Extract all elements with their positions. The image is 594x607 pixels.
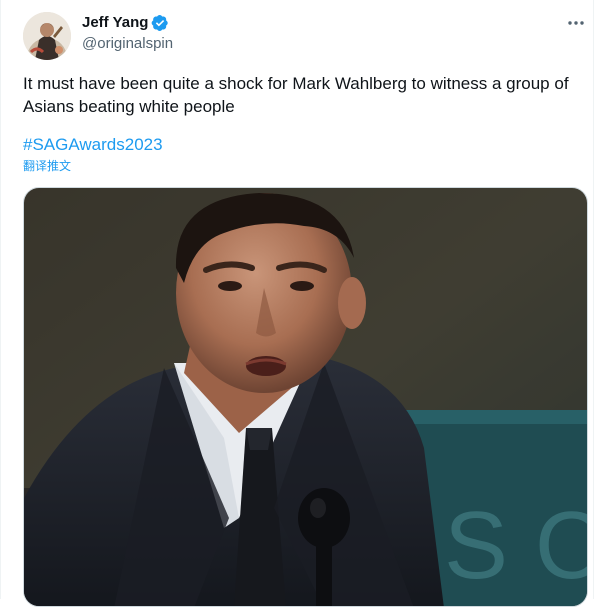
author-handle[interactable]: @originalspin [82, 34, 173, 54]
tweet-text: It must have been quite a shock for Mark… [23, 74, 569, 116]
translate-tweet-link[interactable]: 翻译推文 [23, 158, 71, 174]
author-name-row[interactable]: Jeff Yang [82, 13, 169, 33]
verified-badge-icon [151, 14, 169, 32]
more-options-button[interactable] [564, 12, 588, 34]
avatar-image [23, 12, 71, 60]
avatar[interactable] [23, 12, 71, 60]
tweet-card[interactable]: Jeff Yang @originalspin It must have bee… [0, 0, 594, 607]
tweet-media-video[interactable]: S C [23, 187, 588, 607]
hashtag-link[interactable]: #SAGAwards2023 [23, 133, 163, 156]
author-name[interactable]: Jeff Yang [82, 13, 148, 33]
video-still-image: S C [24, 188, 588, 606]
background-letters: S C [444, 492, 588, 599]
more-horizontal-icon [568, 21, 584, 25]
